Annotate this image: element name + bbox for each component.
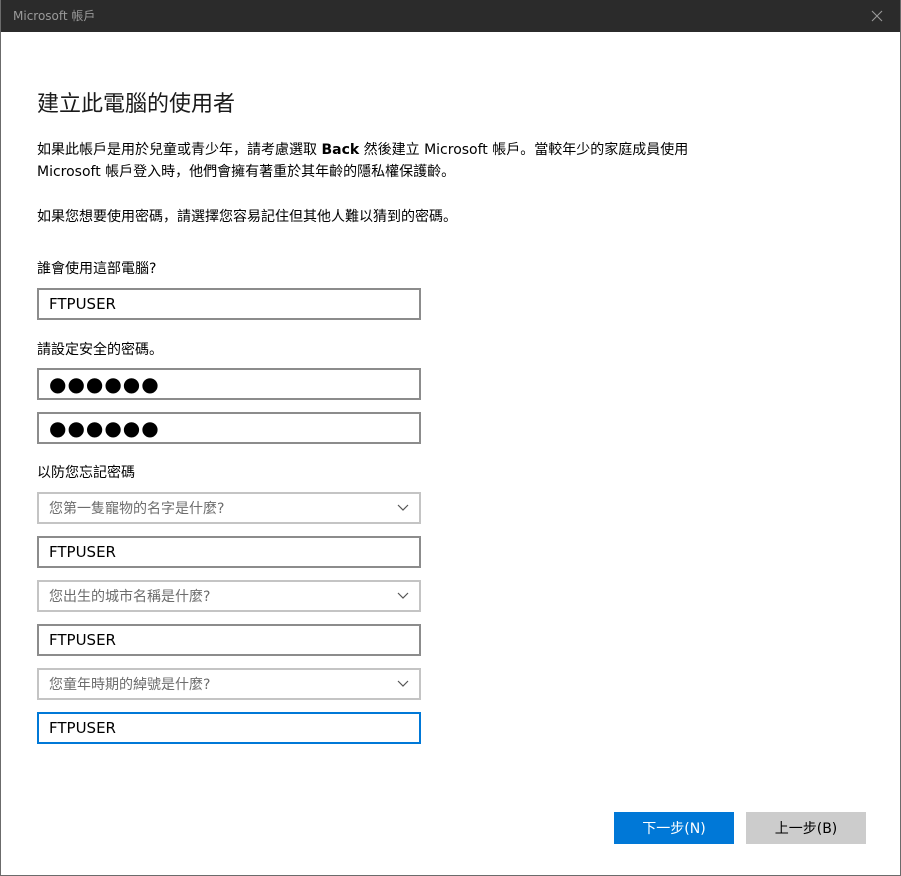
page-title: 建立此電腦的使用者 <box>37 92 236 117</box>
security-answer-2-value: FTPUSER <box>49 631 116 649</box>
intro-text-bold: Back <box>321 142 360 158</box>
username-input[interactable]: FTPUSER <box>37 288 421 320</box>
password-input[interactable]: ●●●●●● <box>37 368 421 400</box>
username-value: FTPUSER <box>49 295 116 313</box>
security-questions-label: 以防您忘記密碼 <box>37 465 135 481</box>
close-icon <box>871 10 883 22</box>
intro-text-part1: 如果此帳戶是用於兒童或青少年，請考慮選取 <box>37 142 322 158</box>
back-button[interactable]: 上一步(B) <box>746 812 866 844</box>
security-answer-2-input[interactable]: FTPUSER <box>37 624 421 656</box>
security-answer-1-value: FTPUSER <box>49 543 116 561</box>
password-confirm-mask: ●●●●●● <box>49 416 160 440</box>
security-question-2-select[interactable]: 您出生的城市名稱是什麼? <box>37 580 421 612</box>
security-question-3-select[interactable]: 您童年時期的綽號是什麼? <box>37 668 421 700</box>
title-bar: Microsoft 帳戶 <box>1 0 900 32</box>
window-title: Microsoft 帳戶 <box>13 9 96 23</box>
chevron-down-icon <box>397 680 409 688</box>
security-answer-1-input[interactable]: FTPUSER <box>37 536 421 568</box>
chevron-down-icon <box>397 504 409 512</box>
security-question-3-text: 您童年時期的綽號是什麼? <box>49 677 211 693</box>
security-question-2-text: 您出生的城市名稱是什麼? <box>49 589 211 605</box>
account-window: Microsoft 帳戶 建立此電腦的使用者 如果此帳戶是用於兒童或青少年，請考… <box>0 0 901 876</box>
password-hint-text: 如果您想要使用密碼，請選擇您容易記住但其他人難以猜到的密碼。 <box>37 209 457 225</box>
close-button[interactable] <box>854 0 900 32</box>
security-answer-3-input[interactable]: FTPUSER <box>37 712 421 744</box>
chevron-down-icon <box>397 592 409 600</box>
username-label: 誰會使用這部電腦? <box>37 261 157 277</box>
password-mask: ●●●●●● <box>49 372 160 396</box>
next-button[interactable]: 下一步(N) <box>614 812 734 844</box>
security-question-1-select[interactable]: 您第一隻寵物的名字是什麼? <box>37 492 421 524</box>
security-question-1-text: 您第一隻寵物的名字是什麼? <box>49 501 225 517</box>
password-confirm-input[interactable]: ●●●●●● <box>37 412 421 444</box>
intro-text: 如果此帳戶是用於兒童或青少年，請考慮選取 Back 然後建立 Microsoft… <box>37 139 717 183</box>
security-answer-3-value: FTPUSER <box>49 719 116 737</box>
password-label: 請設定安全的密碼。 <box>37 342 163 358</box>
